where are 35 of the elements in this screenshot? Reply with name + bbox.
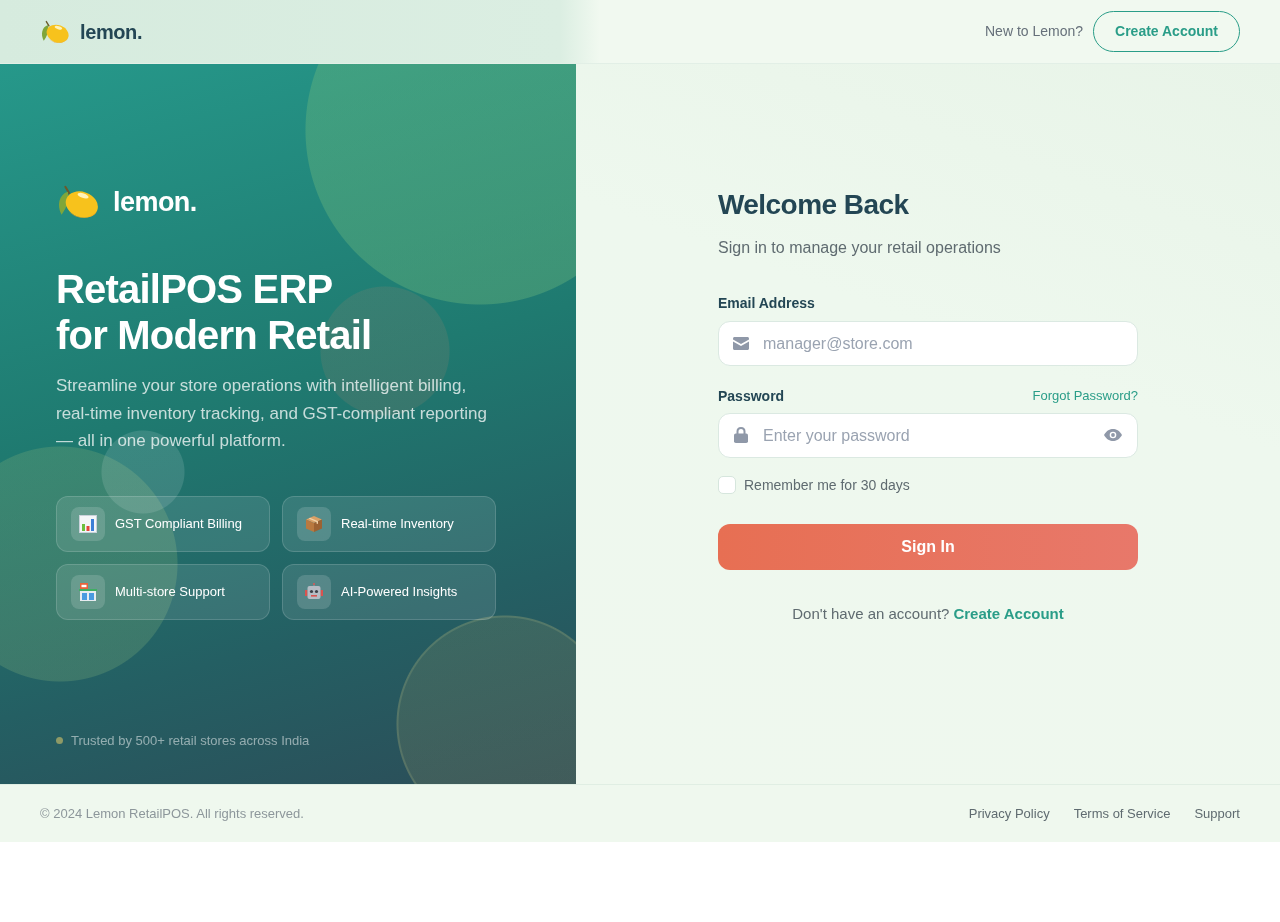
logo-text: lemon. xyxy=(113,185,197,219)
footer-link[interactable]: Terms of Service xyxy=(1073,803,1171,824)
signup-prompt: Don't have an account? xyxy=(792,604,950,624)
remember-checkbox[interactable] xyxy=(718,476,736,494)
mail-icon xyxy=(733,337,749,350)
bar-chart-icon xyxy=(71,506,105,541)
remember-label: Remember me for 30 days xyxy=(744,475,910,495)
hero-description: Streamline your store operations with intelligent billing, real-time inventory tracking, and GST-compliant reporting — all in one powerful platform. xyxy=(56,375,488,452)
copyright-text: © 2024 Lemon RetailPOS. All rights reserved. xyxy=(40,804,304,823)
footer-link[interactable]: Privacy Policy xyxy=(968,803,1050,824)
footer-link[interactable]: Support xyxy=(1194,803,1240,824)
feature-label: AI-Powered Insights xyxy=(341,582,458,601)
forgot-password-link[interactable]: Forgot Password? xyxy=(1032,386,1138,406)
sign-in-button[interactable]: Sign In xyxy=(718,524,1138,570)
eye-icon[interactable] xyxy=(1104,429,1122,441)
hero-heading: RetailPOS ERP for Modern Retail xyxy=(56,266,373,358)
lemon-icon xyxy=(40,18,70,45)
signup-prompt: New to Lemon? xyxy=(985,22,1084,41)
logo-text: lemon. xyxy=(80,19,143,45)
email-field[interactable]: manager@store.com xyxy=(718,321,1138,366)
feature-label: GST Compliant Billing xyxy=(115,514,242,533)
field-label: Email Address xyxy=(718,293,815,313)
form-title: Welcome Back xyxy=(718,188,910,222)
robot-icon xyxy=(297,574,331,609)
feature-label: Real-time Inventory xyxy=(341,514,454,533)
password-field[interactable]: Enter your password xyxy=(718,413,1138,458)
store-icon xyxy=(71,574,105,609)
field-label: Password xyxy=(718,386,785,406)
feature-label: Multi-store Support xyxy=(115,582,225,601)
lock-icon xyxy=(734,427,748,443)
lemon-icon xyxy=(56,183,100,221)
create-account-link[interactable]: Create Account xyxy=(953,603,1064,625)
form-subtitle: Sign in to manage your retail operations xyxy=(718,238,1002,258)
package-icon xyxy=(297,506,331,541)
trust-note: Trusted by 500+ retail stores across India xyxy=(71,731,310,750)
